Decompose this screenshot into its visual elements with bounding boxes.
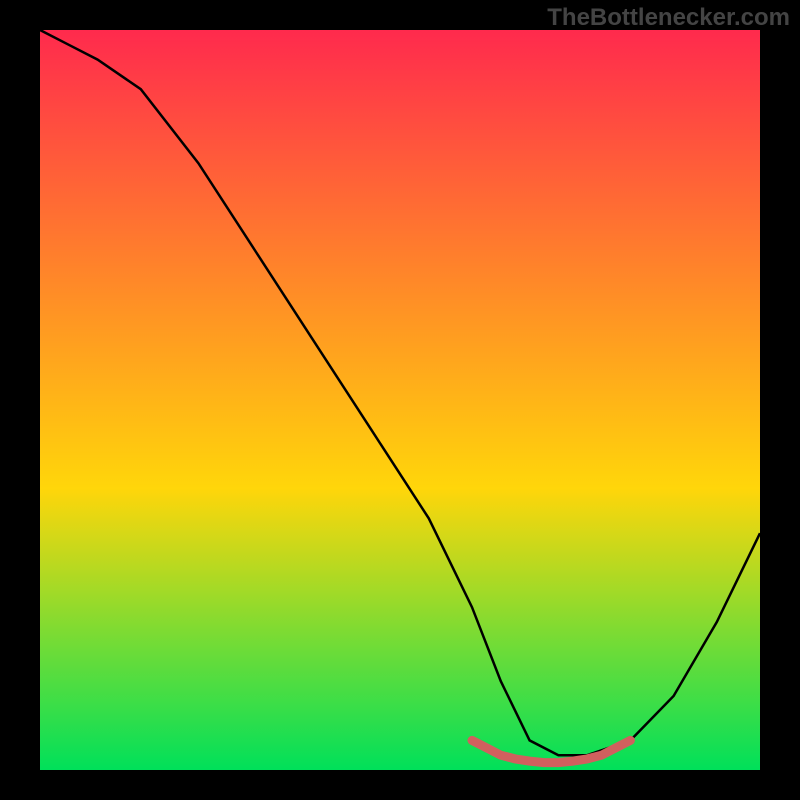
watermark-text: TheBottlenecker.com: [547, 4, 790, 32]
plot-background: [40, 30, 760, 770]
chart-svg: [0, 0, 800, 800]
chart-container: TheBottlenecker.com: [0, 0, 800, 800]
